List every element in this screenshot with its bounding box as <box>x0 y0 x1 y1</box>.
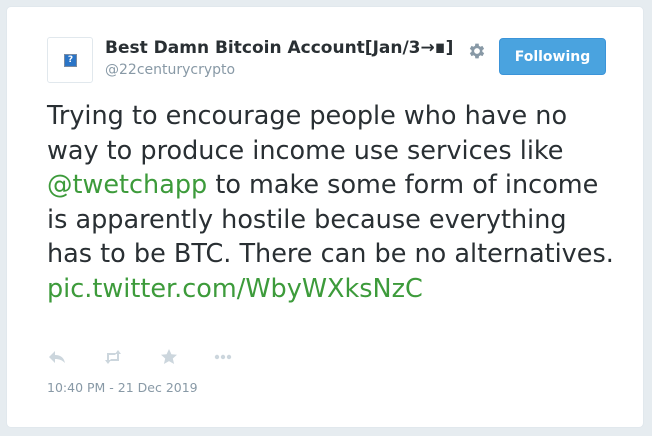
author-handle[interactable]: @22centurycrypto <box>105 62 235 78</box>
mention-link[interactable]: @twetchapp <box>47 170 207 200</box>
broken-image-icon: ? <box>64 54 77 67</box>
tweet-card: ? Best Damn Bitcoin Account[Jan/3→∎] @22… <box>6 6 644 428</box>
author-display-name[interactable]: Best Damn Bitcoin Account[Jan/3→∎] <box>105 38 453 58</box>
tweet-text-part-1: Trying to encourage people who have no w… <box>47 101 576 166</box>
avatar[interactable]: ? <box>47 37 93 83</box>
more-icon[interactable] <box>213 347 233 367</box>
reply-icon[interactable] <box>47 347 67 367</box>
tweet-timestamp[interactable]: 10:40 PM - 21 Dec 2019 <box>47 380 198 395</box>
author-name-row: Best Damn Bitcoin Account[Jan/3→∎] <box>105 38 453 58</box>
gear-icon <box>469 43 485 59</box>
following-button[interactable]: Following <box>499 38 606 75</box>
tweet-text: Trying to encourage people who have no w… <box>47 99 617 306</box>
retweet-icon[interactable] <box>103 347 123 367</box>
media-link[interactable]: pic.twitter.com/WbyWXksNzC <box>47 274 423 304</box>
like-icon[interactable] <box>159 347 179 367</box>
